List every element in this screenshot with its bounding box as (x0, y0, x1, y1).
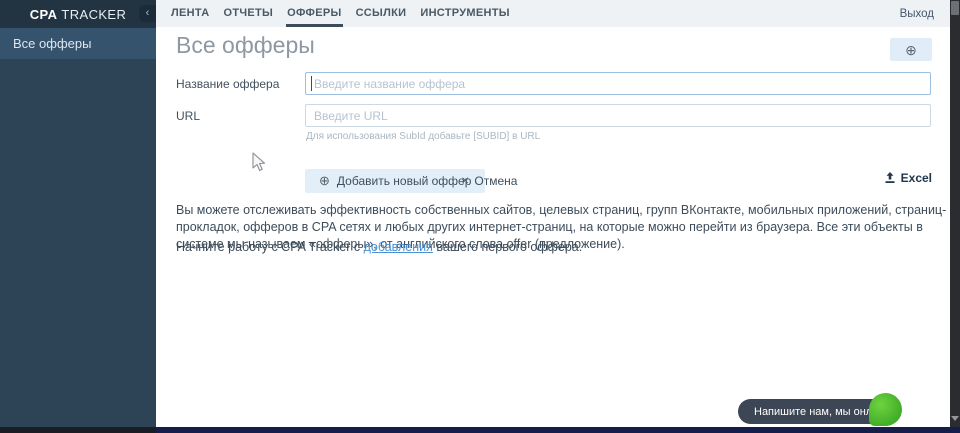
mouse-cursor (252, 152, 266, 172)
chat-widget[interactable]: Напишите нам, мы онлайн! jivo (738, 399, 927, 424)
text-caret (311, 76, 312, 91)
window-bottom-edge-left (0, 427, 156, 433)
tab-instrumenty[interactable]: ИНСТРУМЕНТЫ (419, 0, 511, 27)
top-navigation: ЛЕНТА ОТЧЕТЫ ОФФЕРЫ ССЫЛКИ ИНСТРУМЕНТЫ В… (156, 0, 950, 27)
close-icon: ✕ (461, 175, 470, 187)
page-title: Все офферы (176, 32, 315, 58)
browser-scrollbar (950, 0, 960, 427)
subid-hint: Для использования SubId добавьте [SUBID]… (306, 131, 541, 142)
url-input[interactable] (305, 104, 931, 127)
main-area: ЛЕНТА ОТЧЕТЫ ОФФЕРЫ ССЫЛКИ ИНСТРУМЕНТЫ В… (156, 0, 950, 427)
sidebar-item-label: Все офферы (13, 36, 92, 51)
cancel-button[interactable]: ✕ Отмена (455, 169, 523, 193)
scrollbar-thumb[interactable] (951, 1, 959, 15)
excel-export-button[interactable]: Excel (884, 171, 932, 185)
chevron-left-icon: ‹ (145, 7, 150, 19)
tab-lenta[interactable]: ЛЕНТА (170, 0, 210, 27)
tab-label: ИНСТРУМЕНТЫ (420, 7, 510, 19)
offer-name-input[interactable] (305, 72, 931, 95)
add-offer-link[interactable]: добавления (364, 240, 433, 254)
scrollbar-down-arrow-icon[interactable] (951, 416, 959, 421)
tab-offery[interactable]: ОФФЕРЫ (286, 0, 343, 27)
sidebar: CPA TRACKER ‹ Все офферы (0, 0, 156, 427)
tab-label: ЛЕНТА (171, 7, 210, 19)
add-offer-button[interactable]: ⊕ (890, 38, 932, 61)
url-label: URL (176, 109, 201, 123)
tab-label: ОТЧЕТЫ (223, 7, 274, 19)
tab-label: ССЫЛКИ (355, 7, 407, 19)
sidebar-item-all-offers[interactable]: Все офферы (0, 28, 156, 59)
offer-name-label: Название оффера (176, 77, 280, 91)
getting-started-line: Начните работу с CPA Tracker с добавлени… (176, 240, 582, 254)
logo-rest: TRACKER (61, 6, 127, 22)
sidebar-collapse-button[interactable]: ‹ (139, 5, 156, 22)
app-logo: CPA TRACKER (30, 7, 127, 22)
logo-bold: CPA (29, 6, 58, 22)
tab-label: ОФФЕРЫ (287, 7, 342, 19)
submit-label: Добавить новый оффер (336, 174, 472, 188)
start-prefix: Начните работу с CPA Tracker с (176, 240, 364, 254)
plus-circle-icon: ⊕ (319, 173, 330, 188)
tab-otchety[interactable]: ОТЧЕТЫ (222, 0, 274, 27)
cancel-label: Отмена (474, 174, 518, 188)
sidebar-header: CPA TRACKER ‹ (0, 0, 156, 28)
chat-green-leaf-icon[interactable] (869, 393, 902, 426)
tab-ssylki[interactable]: ССЫЛКИ (355, 0, 408, 27)
upload-icon (885, 172, 895, 183)
excel-label: Excel (900, 171, 932, 185)
plus-circle-icon: ⊕ (905, 41, 917, 58)
logout-link[interactable]: Выход (900, 8, 934, 20)
jivo-logo: jivo (904, 404, 927, 419)
start-suffix: вашего первого оффера. (432, 240, 583, 254)
